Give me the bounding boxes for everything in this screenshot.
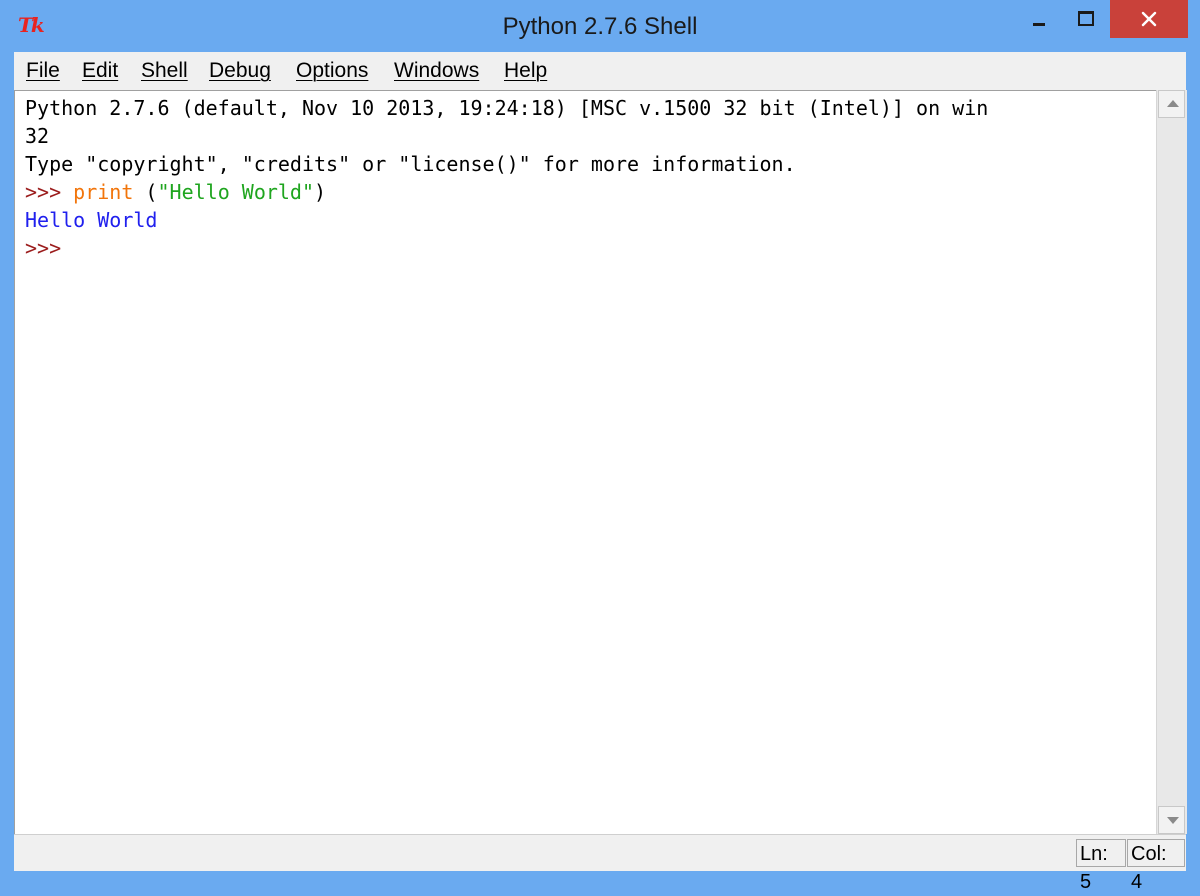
menu-edit[interactable]: Edit bbox=[82, 52, 118, 90]
title-bar[interactable]: Tk Python 2.7.6 Shell bbox=[0, 0, 1200, 52]
minimize-icon bbox=[1033, 23, 1045, 26]
vertical-scrollbar[interactable] bbox=[1156, 90, 1187, 834]
info-line: Type "copyright", "credits" or "license(… bbox=[25, 152, 796, 176]
shell-text-area[interactable]: Python 2.7.6 (default, Nov 10 2013, 19:2… bbox=[14, 90, 1157, 835]
scroll-down-button[interactable] bbox=[1158, 806, 1185, 834]
column-number-indicator: Col: 4 bbox=[1127, 839, 1185, 893]
current-prompt: >>> bbox=[25, 236, 62, 260]
close-paren: ) bbox=[314, 180, 327, 204]
banner-line: Python 2.7.6 (default, Nov 10 2013, 19:2… bbox=[25, 96, 989, 120]
command-line: >>> print ("Hello World") bbox=[25, 178, 326, 206]
arrow-up-icon bbox=[1167, 100, 1179, 107]
menu-help[interactable]: Help bbox=[504, 52, 547, 90]
status-bar: Ln: 5 Col: 4 bbox=[14, 834, 1186, 893]
string-literal: "Hello World" bbox=[157, 180, 315, 204]
print-keyword: print bbox=[73, 180, 134, 204]
minimize-button[interactable] bbox=[1020, 0, 1058, 40]
arrow-down-icon bbox=[1167, 817, 1179, 824]
menu-options[interactable]: Options bbox=[296, 52, 368, 90]
menu-windows[interactable]: Windows bbox=[394, 52, 479, 90]
idle-shell-window: Tk Python 2.7.6 Shell File Edit Shell De… bbox=[0, 0, 1200, 893]
maximize-icon bbox=[1078, 11, 1094, 26]
menu-shell[interactable]: Shell bbox=[141, 52, 188, 90]
maximize-button[interactable] bbox=[1066, 0, 1106, 40]
prompt: >>> bbox=[25, 180, 74, 204]
output-line: Hello World bbox=[25, 208, 158, 232]
menu-bar: File Edit Shell Debug Options Windows He… bbox=[14, 52, 1186, 91]
line-number-indicator: Ln: 5 bbox=[1076, 839, 1126, 893]
menu-file[interactable]: File bbox=[26, 52, 60, 90]
close-icon bbox=[1141, 11, 1157, 27]
menu-debug[interactable]: Debug bbox=[209, 52, 271, 90]
open-paren: ( bbox=[133, 180, 158, 204]
close-button[interactable] bbox=[1110, 0, 1188, 38]
scroll-up-button[interactable] bbox=[1158, 90, 1185, 118]
banner-line-wrap: 32 bbox=[25, 124, 50, 148]
